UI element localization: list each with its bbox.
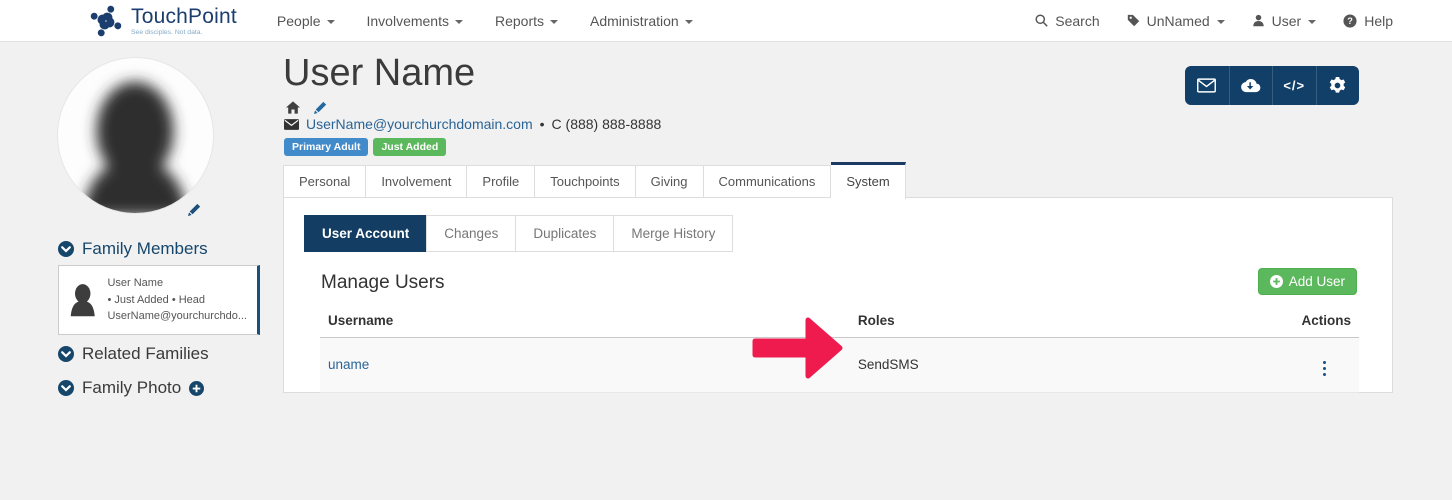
badge-primary-adult: Primary Adult	[284, 138, 369, 156]
row-actions-menu[interactable]	[1322, 360, 1326, 376]
caret-down-icon	[1216, 19, 1225, 24]
email-link[interactable]: UserName@yourchurchdomain.com	[306, 116, 533, 132]
roles-value: SendSMS	[857, 356, 919, 372]
phone-number: C (888) 888-8888	[551, 116, 662, 132]
contact-separator: •	[539, 116, 545, 132]
caret-down-icon	[1308, 19, 1317, 24]
brand-logo[interactable]: TouchPoint See disciples. Not data.	[88, 3, 237, 39]
caret-down-icon	[326, 19, 335, 24]
gear-icon	[1330, 77, 1346, 93]
quick-icons	[286, 101, 327, 114]
badge-just-added: Just Added	[373, 138, 447, 156]
member-name: User Name	[107, 277, 164, 290]
status-badges: Primary Adult Just Added	[284, 138, 447, 156]
system-subtabs: User Account Changes Duplicates Merge Hi…	[304, 215, 734, 252]
member-email: UserName@yourchurchdo...	[107, 310, 247, 323]
top-navbar: TouchPoint See disciples. Not data. Peop…	[0, 0, 1452, 42]
username-link[interactable]: uname	[328, 357, 369, 372]
subtab-duplicates[interactable]: Duplicates	[515, 215, 615, 252]
chevron-circle-down-icon	[58, 380, 74, 396]
email-button[interactable]	[1185, 66, 1229, 105]
manage-users-title: Manage Users	[321, 272, 445, 293]
user-icon	[1252, 14, 1264, 27]
brand-tagline: See disciples. Not data.	[131, 28, 203, 36]
menu-people[interactable]: People	[277, 13, 335, 29]
tab-personal[interactable]: Personal	[283, 165, 367, 198]
pencil-icon	[188, 203, 201, 216]
caret-down-icon	[684, 19, 693, 24]
family-member-card[interactable]: User Name • Just Added • Head UserName@y…	[58, 265, 260, 335]
search-button[interactable]: Search	[1035, 13, 1100, 29]
envelope-outline-icon	[1197, 78, 1217, 93]
profile-action-buttons: </>	[1185, 66, 1359, 105]
page-title: User Name	[283, 52, 476, 94]
user-menu[interactable]: User	[1252, 13, 1317, 29]
family-members-section[interactable]: Family Members	[58, 239, 208, 259]
help-button[interactable]: ? Help	[1343, 13, 1393, 29]
family-photo-section[interactable]: Family Photo	[58, 378, 205, 398]
tab-touchpoints[interactable]: Touchpoints	[535, 165, 636, 198]
search-icon	[1035, 14, 1048, 27]
cloud-download-icon	[1241, 78, 1261, 93]
tab-communications[interactable]: Communications	[703, 165, 832, 198]
subtab-merge-history[interactable]: Merge History	[613, 215, 734, 252]
menu-reports[interactable]: Reports	[495, 13, 559, 29]
related-families-section[interactable]: Related Families	[58, 344, 209, 364]
edit-photo-button[interactable]	[188, 203, 201, 221]
menu-involvements[interactable]: Involvements	[367, 13, 463, 29]
code-icon: </>	[1283, 78, 1306, 93]
envelope-icon	[284, 118, 299, 130]
code-button[interactable]: </>	[1272, 66, 1316, 105]
plus-circle-icon	[1269, 275, 1283, 288]
tab-involvement[interactable]: Involvement	[366, 165, 468, 198]
plus-circle-icon[interactable]	[189, 380, 205, 396]
navbar-right: Search UnNamed User ? Help	[1035, 13, 1393, 29]
member-avatar	[70, 284, 95, 317]
svg-text:?: ?	[1347, 16, 1353, 26]
caret-down-icon	[550, 19, 559, 24]
tab-giving[interactable]: Giving	[635, 165, 704, 198]
edit-person-icon[interactable]	[314, 101, 327, 114]
subtab-user-account[interactable]: User Account	[304, 215, 428, 252]
tab-system[interactable]: System	[831, 162, 906, 199]
contact-row: UserName@yourchurchdomain.com • C (888) …	[284, 116, 661, 132]
cloud-download-button[interactable]	[1228, 66, 1273, 105]
member-meta: • Just Added • Head	[107, 293, 206, 306]
column-actions: Actions	[1249, 304, 1359, 338]
main-menu: People Involvements Reports Administrati…	[277, 13, 693, 29]
caret-down-icon	[454, 19, 463, 24]
add-user-button[interactable]: Add User	[1257, 268, 1357, 295]
brand-name: TouchPoint	[131, 4, 237, 28]
person-silhouette	[83, 81, 187, 213]
subtab-changes[interactable]: Changes	[426, 215, 517, 252]
chevron-circle-down-icon	[58, 346, 74, 362]
chevron-circle-down-icon	[58, 241, 74, 257]
settings-button[interactable]	[1315, 66, 1360, 105]
menu-administration[interactable]: Administration	[590, 13, 693, 29]
touchpoint-logo-icon	[90, 5, 122, 36]
profile-tabs: Personal Involvement Profile Touchpoints…	[283, 162, 906, 199]
tab-profile[interactable]: Profile	[467, 165, 536, 198]
home-icon[interactable]	[286, 101, 300, 114]
tag-icon	[1127, 14, 1139, 27]
help-icon: ?	[1343, 13, 1357, 28]
profile-photo[interactable]	[57, 57, 214, 214]
highlight-arrow	[752, 317, 843, 379]
church-selector[interactable]: UnNamed	[1127, 13, 1225, 29]
column-roles: Roles	[849, 304, 1250, 338]
